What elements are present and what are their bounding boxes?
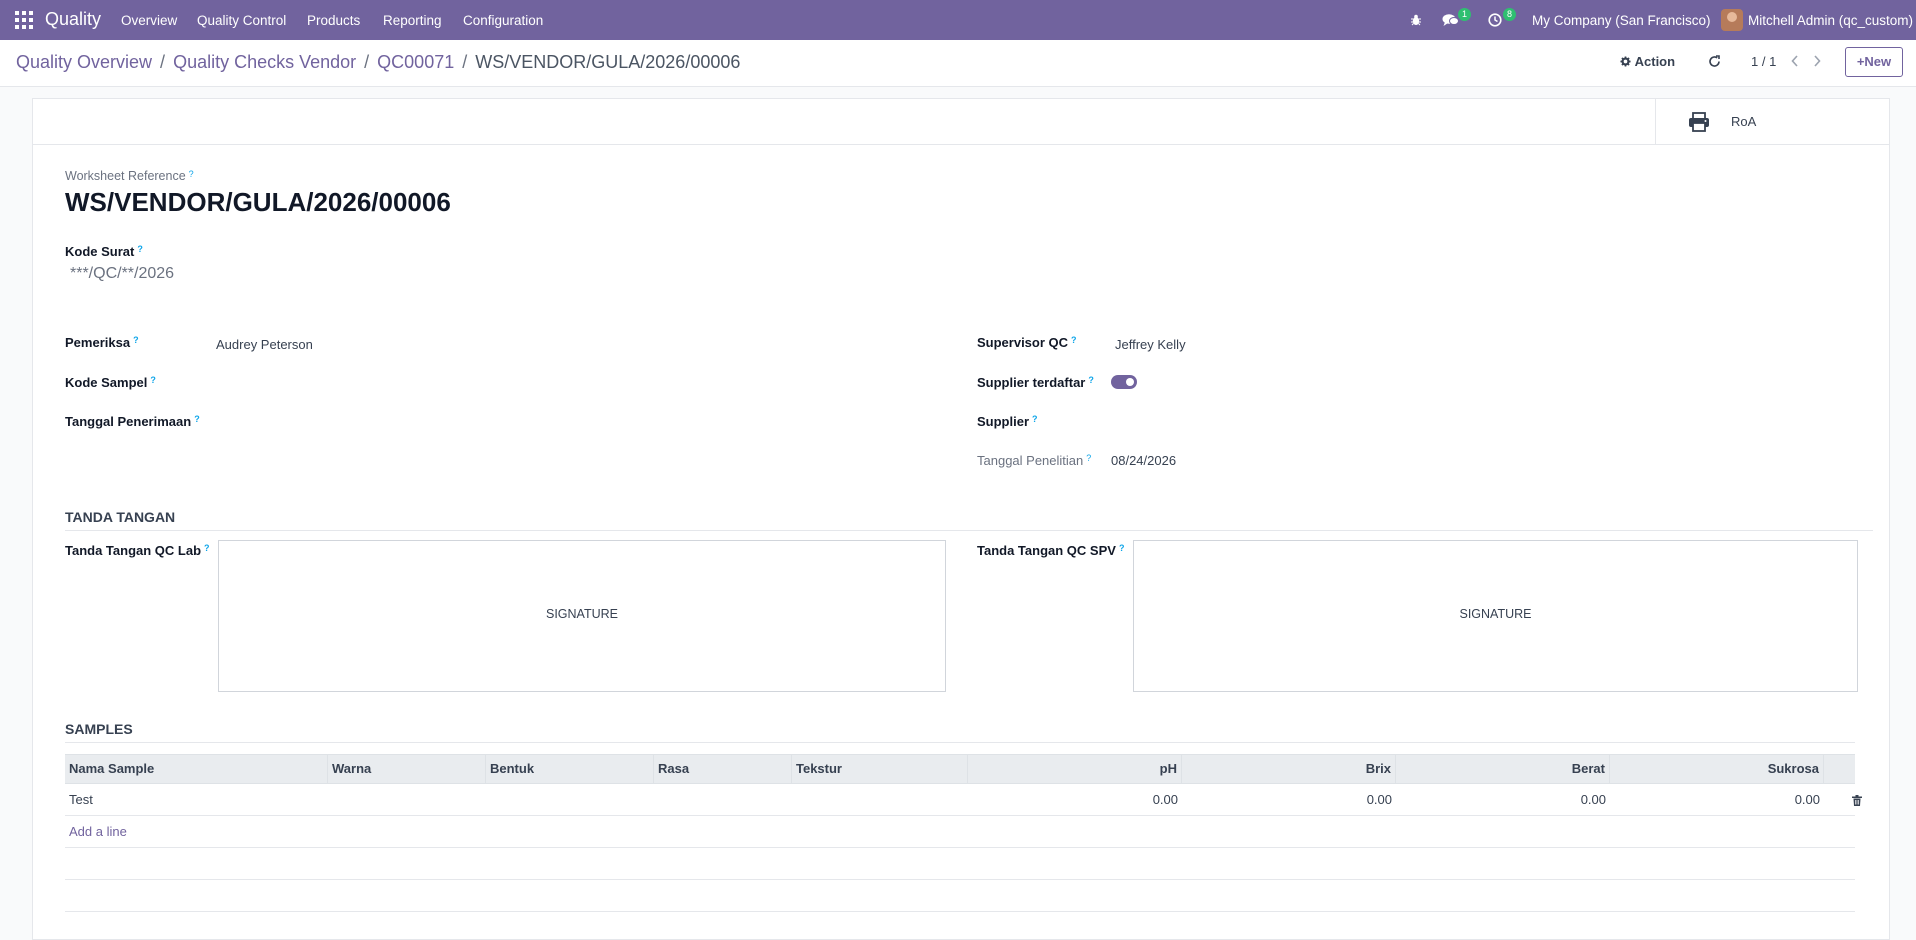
menu-reporting[interactable]: Reporting	[383, 13, 442, 28]
worksheet-reference-label: Worksheet Reference?	[65, 169, 194, 183]
pager-value[interactable]: 1 / 1	[1751, 54, 1776, 69]
help-icon[interactable]: ?	[137, 244, 143, 254]
refresh-icon[interactable]	[1708, 55, 1721, 68]
add-line-link[interactable]: Add a line	[65, 816, 328, 848]
samples-section-title: SAMPLES	[65, 721, 133, 737]
col-nama-sample[interactable]: Nama Sample	[65, 755, 328, 783]
control-panel: Quality Overview / Quality Checks Vendor / Q…	[0, 40, 1916, 87]
kode-surat-label: Kode Surat?	[65, 244, 143, 259]
signature-placeholder: SIGNATURE	[546, 607, 618, 621]
new-button[interactable]: +New	[1845, 47, 1903, 77]
ttd-qc-lab-label: Tanda Tangan QC Lab?	[65, 543, 210, 558]
supervisor-qc-value[interactable]: Jeffrey Kelly	[1115, 337, 1186, 352]
supplier-terdaftar-label: Supplier terdaftar?	[977, 375, 1094, 390]
button-box: RoA	[33, 99, 1889, 145]
action-button[interactable]: Action	[1620, 54, 1675, 69]
kode-surat-value[interactable]: ***/QC/**/2026	[70, 265, 174, 283]
top-navbar: Quality Overview Quality Control Product…	[0, 0, 1916, 40]
signature-qc-lab[interactable]: SIGNATURE	[218, 540, 946, 692]
table-row[interactable]: Test 0.00 0.00 0.00 0.00	[65, 784, 1862, 816]
breadcrumb-qc00071[interactable]: QC00071	[377, 52, 454, 72]
supplier-field[interactable]	[1111, 410, 1811, 432]
empty-row	[65, 880, 1855, 912]
gear-icon	[1620, 56, 1631, 67]
add-line-row: Add a line	[65, 816, 1855, 848]
menu-configuration[interactable]: Configuration	[463, 13, 543, 28]
clock-icon[interactable]	[1488, 13, 1502, 27]
section-divider	[65, 742, 1855, 743]
section-divider	[65, 530, 1873, 531]
table-header: Nama Sample Warna Bentuk Rasa Tekstur pH…	[65, 754, 1855, 784]
breadcrumb-separator: /	[462, 52, 468, 72]
breadcrumb-separator: /	[160, 52, 166, 72]
worksheet-reference-value[interactable]: WS/VENDOR/GULA/2026/00006	[65, 187, 451, 218]
signature-qc-spv[interactable]: SIGNATURE	[1133, 540, 1858, 692]
col-bentuk[interactable]: Bentuk	[486, 755, 654, 783]
tanda-tangan-section-title: TANDA TANGAN	[65, 509, 176, 525]
breadcrumb-current: WS/VENDOR/GULA/2026/00006	[475, 52, 741, 72]
pemeriksa-label: Pemeriksa?	[65, 335, 139, 350]
breadcrumb-quality-checks-vendor[interactable]: Quality Checks Vendor	[173, 52, 356, 72]
cell-berat[interactable]: 0.00	[1396, 784, 1610, 816]
col-warna[interactable]: Warna	[328, 755, 486, 783]
bug-icon[interactable]	[1410, 14, 1422, 26]
help-icon[interactable]: ?	[204, 543, 210, 553]
supplier-terdaftar-toggle[interactable]	[1111, 375, 1137, 389]
supervisor-qc-label: Supervisor QC?	[977, 335, 1077, 350]
help-icon[interactable]: ?	[1119, 543, 1125, 553]
tanggal-penelitian-label: Tanggal Penelitian?	[977, 453, 1092, 468]
help-icon[interactable]: ?	[1086, 453, 1091, 463]
col-tekstur[interactable]: Tekstur	[792, 755, 968, 783]
breadcrumb-quality-overview[interactable]: Quality Overview	[16, 52, 152, 72]
help-icon[interactable]: ?	[194, 414, 200, 424]
tanggal-penelitian-value[interactable]: 08/24/2026	[1111, 453, 1176, 468]
help-icon[interactable]: ?	[1032, 414, 1038, 424]
chat-icon[interactable]	[1442, 13, 1459, 27]
col-brix[interactable]: Brix	[1182, 755, 1396, 783]
company-switcher[interactable]: My Company (San Francisco)	[1532, 13, 1711, 28]
menu-quality-control[interactable]: Quality Control	[197, 13, 286, 28]
roa-label: RoA	[1731, 114, 1757, 129]
cell-sukrosa[interactable]: 0.00	[1610, 784, 1824, 816]
cell-brix[interactable]: 0.00	[1182, 784, 1396, 816]
help-icon[interactable]: ?	[1071, 335, 1077, 345]
action-label: Action	[1634, 54, 1676, 69]
help-icon[interactable]: ?	[133, 335, 139, 345]
menu-overview[interactable]: Overview	[121, 13, 177, 28]
kode-sampel-label: Kode Sampel?	[65, 375, 156, 390]
tanggal-penerimaan-label: Tanggal Penerimaan?	[65, 414, 200, 429]
help-icon[interactable]: ?	[189, 169, 194, 179]
roa-smart-button[interactable]: RoA	[1655, 99, 1889, 144]
trash-icon[interactable]	[1852, 795, 1862, 806]
tanggal-penerimaan-field[interactable]	[216, 410, 916, 432]
pemeriksa-value[interactable]: Audrey Peterson	[216, 337, 313, 352]
chevron-left-icon[interactable]	[1791, 55, 1799, 67]
printer-icon	[1689, 112, 1709, 132]
apps-grid-icon[interactable]	[15, 11, 33, 29]
cell-nama-sample[interactable]: Test	[65, 784, 328, 816]
chevron-right-icon[interactable]	[1813, 55, 1821, 67]
col-berat[interactable]: Berat	[1396, 755, 1610, 783]
signature-placeholder: SIGNATURE	[1459, 607, 1532, 621]
help-icon[interactable]: ?	[1088, 375, 1094, 385]
user-menu[interactable]: Mitchell Admin (qc_custom)	[1748, 13, 1913, 28]
breadcrumb-separator: /	[364, 52, 370, 72]
kode-sampel-field[interactable]	[216, 371, 916, 393]
col-rasa[interactable]: Rasa	[654, 755, 792, 783]
activities-badge: 8	[1503, 8, 1517, 21]
breadcrumb: Quality Overview / Quality Checks Vendor / Q…	[16, 52, 740, 73]
menu-products[interactable]: Products	[307, 13, 360, 28]
empty-row	[65, 848, 1855, 880]
messages-badge: 1	[1458, 8, 1472, 21]
col-sukrosa[interactable]: Sukrosa	[1610, 755, 1824, 783]
col-ph[interactable]: pH	[968, 755, 1182, 783]
cell-ph[interactable]: 0.00	[968, 784, 1182, 816]
help-icon[interactable]: ?	[150, 375, 156, 385]
form-sheet: RoA Worksheet Reference? WS/VENDOR/GULA/…	[32, 98, 1890, 940]
supplier-label: Supplier?	[977, 414, 1038, 429]
new-label: New	[1864, 54, 1892, 69]
ttd-qc-spv-label: Tanda Tangan QC SPV?	[977, 543, 1125, 558]
user-avatar[interactable]	[1721, 9, 1743, 31]
app-name[interactable]: Quality	[45, 9, 101, 30]
